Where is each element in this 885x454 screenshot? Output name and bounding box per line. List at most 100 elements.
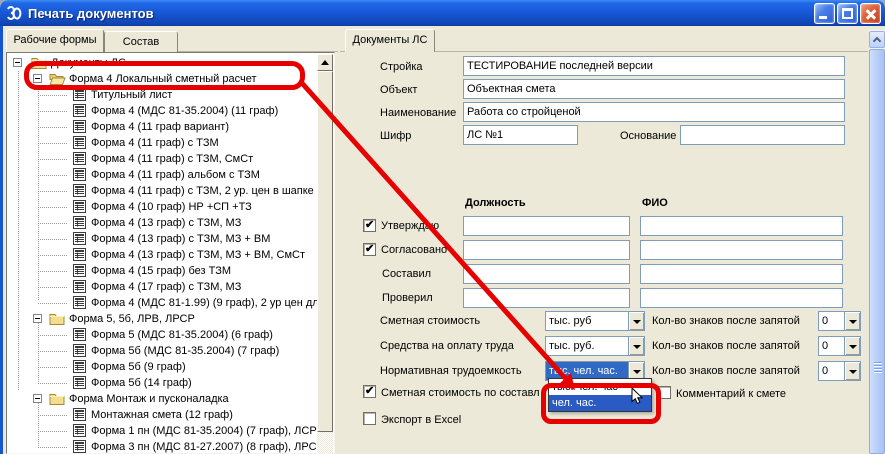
tree-item-label[interactable]: Форма 3 пн (МДС 81-27.2007) (8 граф), ЛР… xyxy=(91,441,317,453)
tree-item-label[interactable]: Форма 4 (МДС 81-1.99) (9 граф), 2 ур цен… xyxy=(91,297,317,309)
tree-item-form[interactable]: Форма 4 (11 граф) с ТЗМ xyxy=(7,135,317,151)
comment-checkbox[interactable]: ✔ xyxy=(658,386,671,399)
tree-item-label[interactable]: Документы ЛС xyxy=(51,57,126,69)
tree-item-label[interactable]: Форма 4 (11 граф) с ТЗМ, 2 ур. цен в шап… xyxy=(91,185,314,197)
scrollbar-thumb[interactable] xyxy=(869,49,885,454)
dropdown-option[interactable]: чел. час. xyxy=(549,395,651,411)
tree-item-label[interactable]: Форма 5 (МДС 81-35.2004) (6 граф) xyxy=(91,329,273,341)
tab-working-forms[interactable]: Рабочие формы xyxy=(6,29,104,52)
dropdown-button[interactable] xyxy=(844,312,860,330)
sign-row-label: Согласовано xyxy=(381,244,448,256)
position-input[interactable] xyxy=(463,240,630,260)
field-input[interactable] xyxy=(463,79,845,99)
excel-checkbox[interactable]: ✔ xyxy=(363,412,376,425)
tree-item-form[interactable]: Монтажная смета (12 граф) xyxy=(7,407,317,423)
panel-scrollbar[interactable] xyxy=(869,30,885,454)
fio-input[interactable] xyxy=(640,288,843,308)
tree-item-label[interactable]: Форма 5б (МДС 81-35.2004) (7 граф) xyxy=(91,345,279,357)
dropdown-button[interactable] xyxy=(844,337,860,355)
tree-item-form[interactable]: Титульный лист xyxy=(7,87,317,103)
tree-item-form[interactable]: Форма 1 пн (МДС 81-35.2004) (7 граф), ЛС… xyxy=(7,423,317,439)
osnovanie-input[interactable] xyxy=(680,125,845,145)
dropdown-button[interactable] xyxy=(628,337,644,355)
scrollbar-thumb[interactable] xyxy=(317,71,333,432)
tree-item-folder[interactable]: Форма 5, 5б, ЛРВ, ЛРСР xyxy=(7,311,317,327)
field-input[interactable] xyxy=(463,102,845,122)
digits-combobox[interactable]: 0 xyxy=(818,361,861,381)
tree-item-folder[interactable]: Форма Монтаж и пусконаладка xyxy=(7,391,317,407)
tree-item-label[interactable]: Форма 1 пн (МДС 81-35.2004) (7 граф), ЛС… xyxy=(91,425,317,437)
unit-combobox[interactable]: тыс. руб. xyxy=(545,336,645,356)
tree-item-form[interactable]: Форма 4 (13 граф) с ТЗМ, МЗ xyxy=(7,215,317,231)
tab-sostav[interactable]: Состав xyxy=(104,31,178,52)
osnovanie-label: Основание xyxy=(620,130,677,142)
titlebar[interactable]: Печать документов xyxy=(0,0,885,26)
expand-collapse-icon[interactable] xyxy=(33,74,42,83)
expand-collapse-icon[interactable] xyxy=(33,314,42,323)
tree-item-label[interactable]: Форма 4 (17 граф) с ТЗМ, МЗ xyxy=(91,281,241,293)
tree-item-form[interactable]: Форма 5 (МДС 81-35.2004) (6 граф) xyxy=(7,327,317,343)
tree-item-label[interactable]: Форма 4 (13 граф) с ТЗМ, МЗ + ВМ, СмСт xyxy=(91,249,305,261)
unit-combobox[interactable]: тыс. руб xyxy=(545,311,645,331)
expand-collapse-icon[interactable] xyxy=(13,58,22,67)
tree-item-form[interactable]: Форма 4 (11 граф) альбом с ТЗМ xyxy=(7,167,317,183)
fio-input[interactable] xyxy=(640,216,843,236)
tree-item-form[interactable]: Форма 4 (13 граф) с ТЗМ, МЗ + ВМ, СмСт xyxy=(7,247,317,263)
tree-item-label[interactable]: Форма 4 (11 граф) с ТЗМ xyxy=(91,137,219,149)
position-input[interactable] xyxy=(463,216,630,236)
tree-item-form[interactable]: Форма 4 (11 граф) с ТЗМ, СмСт xyxy=(7,151,317,167)
minimize-button[interactable] xyxy=(814,3,835,24)
tree-item-label[interactable]: Форма 4 (МДС 81-35.2004) (11 граф) xyxy=(91,105,278,117)
tree-item-folder[interactable]: Документы ЛС xyxy=(7,55,317,71)
digits-combobox[interactable]: 0 xyxy=(818,311,861,331)
tree-item-label[interactable]: Форма 4 (11 граф) с ТЗМ, СмСт xyxy=(91,153,253,165)
tree-item-label[interactable]: Форма 4 (11 граф вариант) xyxy=(91,121,229,133)
tree-item-form[interactable]: Форма 5б (9 граф) xyxy=(7,359,317,375)
tree-item-folder[interactable]: Форма 4 Локальный сметный расчет xyxy=(7,71,317,87)
tree-item-form[interactable]: Форма 4 (11 граф вариант) xyxy=(7,119,317,135)
tree-item-form[interactable]: Форма 4 (10 граф) НР +СП +ТЗ xyxy=(7,199,317,215)
dropdown-option[interactable]: тыс. чел. час xyxy=(549,379,651,395)
tree-item-form[interactable]: Форма 4 (13 граф) с ТЗМ, МЗ + ВМ xyxy=(7,231,317,247)
dropdown-button[interactable] xyxy=(844,362,860,380)
tree-item-form[interactable]: Форма 5б (МДС 81-35.2004) (7 граф) xyxy=(7,343,317,359)
fio-input[interactable] xyxy=(640,240,843,260)
tree-item-label[interactable]: Титульный лист xyxy=(91,89,172,101)
digits-combobox[interactable]: 0 xyxy=(818,336,861,356)
tree-item-form[interactable]: Форма 4 (МДС 81-35.2004) (11 граф) xyxy=(7,103,317,119)
tree-item-label[interactable]: Монтажная смета (12 граф) xyxy=(91,409,233,421)
tree-item-label[interactable]: Форма 4 (10 граф) НР +СП +ТЗ xyxy=(91,201,252,213)
tree-item-label[interactable]: Форма 4 Локальный сметный расчет xyxy=(69,73,257,85)
sign-checkbox[interactable]: ✔ xyxy=(363,219,376,232)
expand-collapse-icon[interactable] xyxy=(33,394,42,403)
tree-item-label[interactable]: Форма 4 (13 граф) с ТЗМ, МЗ + ВМ xyxy=(91,233,270,245)
tree-item-label[interactable]: Форма 4 (13 граф) с ТЗМ, МЗ xyxy=(91,217,241,229)
tab-documents-ls[interactable]: Документы ЛС xyxy=(345,29,435,52)
tree-item-label[interactable]: Форма 5б (14 граф) xyxy=(91,377,192,389)
sign-checkbox[interactable]: ✔ xyxy=(363,243,376,256)
tree-item-form[interactable]: Форма 3 пн (МДС 81-27.2007) (8 граф), ЛР… xyxy=(7,439,317,453)
tree-item-label[interactable]: Форма Монтаж и пусконаладка xyxy=(69,393,229,405)
dropdown-button[interactable] xyxy=(628,312,644,330)
maximize-button[interactable] xyxy=(837,3,858,24)
tree-item-form[interactable]: Форма 4 (11 граф) с ТЗМ, 2 ур. цен в шап… xyxy=(7,183,317,199)
scroll-up-button[interactable] xyxy=(317,54,333,71)
tree-item-label[interactable]: Форма 4 (11 граф) альбом с ТЗМ xyxy=(91,169,260,181)
tree-scrollbar[interactable] xyxy=(317,54,333,453)
tree-item-label[interactable]: Форма 5, 5б, ЛРВ, ЛРСР xyxy=(69,313,195,325)
tree-item-label[interactable]: Форма 5б (9 граф) xyxy=(91,361,186,373)
fio-input[interactable] xyxy=(640,264,843,284)
tree-item-form[interactable]: Форма 4 (МДС 81-1.99) (9 граф), 2 ур цен… xyxy=(7,295,317,311)
tree-item-form[interactable]: Форма 4 (15 граф) без ТЗМ xyxy=(7,263,317,279)
position-input[interactable] xyxy=(463,264,630,284)
by-components-checkbox[interactable]: ✔ xyxy=(363,385,376,398)
tree-item-form[interactable]: Форма 4 (17 граф) с ТЗМ, МЗ xyxy=(7,279,317,295)
tree-item-form[interactable]: Форма 5б (14 граф) xyxy=(7,375,317,391)
scroll-up-button[interactable] xyxy=(869,31,885,48)
close-button[interactable] xyxy=(860,3,881,24)
shifr-input[interactable] xyxy=(463,125,578,145)
tree-guide xyxy=(38,303,68,304)
tree-item-label[interactable]: Форма 4 (15 граф) без ТЗМ xyxy=(91,265,231,277)
position-input[interactable] xyxy=(463,288,630,308)
field-input[interactable] xyxy=(463,56,845,76)
